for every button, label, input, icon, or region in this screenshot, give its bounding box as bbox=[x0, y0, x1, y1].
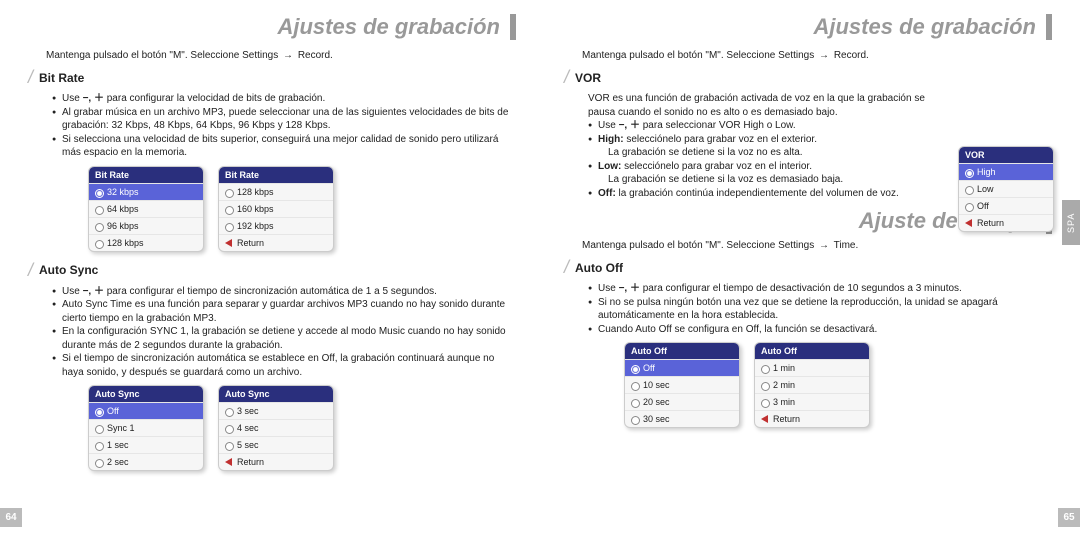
menu-item: 160 kbps bbox=[219, 200, 333, 217]
page-number: 64 bbox=[0, 508, 22, 527]
menu-row: Bit Rate32 kbps64 kbps96 kbps128 kbpsBit… bbox=[88, 166, 516, 252]
menu-item: 64 kbps bbox=[89, 200, 203, 217]
menu-item: 128 kbps bbox=[89, 234, 203, 251]
menu-item: 32 kbps bbox=[89, 183, 203, 200]
device-menu: Auto OffOff10 sec20 sec30 sec bbox=[624, 342, 740, 428]
section-heading: / Auto Sync bbox=[28, 260, 516, 281]
vor-description: VOR es una función de grabación activada… bbox=[588, 92, 948, 119]
device-menu: Auto SyncOffSync 11 sec2 sec bbox=[88, 385, 204, 471]
menu-item: 3 min bbox=[755, 393, 869, 410]
menu-item: 30 sec bbox=[625, 410, 739, 427]
menu-header: Auto Sync bbox=[89, 386, 203, 402]
menu-header: Auto Off bbox=[625, 343, 739, 359]
menu-item: 2 sec bbox=[89, 453, 203, 470]
slash-icon: / bbox=[564, 257, 569, 278]
menu-item-return: Return bbox=[755, 410, 869, 427]
intro-text: Mantenga pulsado el botón "M". Seleccion… bbox=[582, 240, 1052, 251]
menu-header: Bit Rate bbox=[89, 167, 203, 183]
page-title: Ajustes de grabación bbox=[564, 14, 1052, 40]
page-title: Ajustes de grabación bbox=[28, 14, 516, 40]
bullet-list: Use para seleccionar VOR High o Low. Hig… bbox=[588, 119, 958, 200]
intro-text: Mantenga pulsado el botón "M". Seleccion… bbox=[582, 50, 1052, 61]
menu-header: Bit Rate bbox=[219, 167, 333, 183]
device-menu: Bit Rate32 kbps64 kbps96 kbps128 kbps bbox=[88, 166, 204, 252]
bullet-list: Use para configurar la velocidad de bits… bbox=[52, 92, 516, 160]
device-menu: VORHighLowOffReturn bbox=[958, 146, 1054, 232]
device-menu: Auto Off1 min2 min3 minReturn bbox=[754, 342, 870, 428]
menu-item: Off bbox=[89, 402, 203, 419]
menu-item-return: Return bbox=[219, 234, 333, 251]
device-menu: Bit Rate128 kbps160 kbps192 kbpsReturn bbox=[218, 166, 334, 252]
menu-item: Low bbox=[959, 180, 1053, 197]
bullet-list: Use para configurar el tiempo de desacti… bbox=[588, 282, 1052, 336]
bullet-list: Use para configurar el tiempo de sincron… bbox=[52, 285, 516, 380]
menu-item: 128 kbps bbox=[219, 183, 333, 200]
minus-plus-icon bbox=[83, 93, 104, 104]
menu-item: 10 sec bbox=[625, 376, 739, 393]
menu-item: 96 kbps bbox=[89, 217, 203, 234]
slash-icon: / bbox=[28, 260, 33, 281]
menu-item: 5 sec bbox=[219, 436, 333, 453]
minus-plus-icon bbox=[619, 283, 640, 294]
menu-item: Sync 1 bbox=[89, 419, 203, 436]
slash-icon: / bbox=[564, 67, 569, 88]
menu-item: 1 sec bbox=[89, 436, 203, 453]
intro-text: Mantenga pulsado el botón "M". Seleccion… bbox=[46, 50, 516, 61]
menu-header: Auto Off bbox=[755, 343, 869, 359]
language-tab: SPA bbox=[1062, 200, 1080, 245]
device-menu: Auto Sync3 sec4 sec5 secReturn bbox=[218, 385, 334, 471]
menu-item: 2 min bbox=[755, 376, 869, 393]
menu-item-return: Return bbox=[219, 453, 333, 470]
menu-item: 1 min bbox=[755, 359, 869, 376]
menu-item-return: Return bbox=[959, 214, 1053, 231]
menu-item: 3 sec bbox=[219, 402, 333, 419]
menu-item: 4 sec bbox=[219, 419, 333, 436]
menu-header: Auto Sync bbox=[219, 386, 333, 402]
arrow-icon bbox=[817, 240, 831, 251]
section-heading: / Auto Off bbox=[564, 257, 1052, 278]
section-heading: / Bit Rate bbox=[28, 67, 516, 88]
page-number: 65 bbox=[1058, 508, 1080, 527]
page-right: Ajustes de grabación Mantenga pulsado el… bbox=[540, 0, 1080, 539]
menu-item: Off bbox=[625, 359, 739, 376]
minus-plus-icon bbox=[83, 286, 104, 297]
slash-icon: / bbox=[28, 67, 33, 88]
menu-item: 192 kbps bbox=[219, 217, 333, 234]
menu-header: VOR bbox=[959, 147, 1053, 163]
menu-row: Auto SyncOffSync 11 sec2 secAuto Sync3 s… bbox=[88, 385, 516, 471]
menu-item: Off bbox=[959, 197, 1053, 214]
menu-item: High bbox=[959, 163, 1053, 180]
menu-item: 20 sec bbox=[625, 393, 739, 410]
menu-row: VORHighLowOffReturn bbox=[958, 146, 1054, 232]
minus-plus-icon bbox=[619, 120, 640, 131]
section-heading: / VOR bbox=[564, 67, 1052, 88]
arrow-icon bbox=[281, 50, 295, 61]
arrow-icon bbox=[817, 50, 831, 61]
page-left: Ajustes de grabación Mantenga pulsado el… bbox=[0, 0, 540, 539]
menu-row: Auto OffOff10 sec20 sec30 secAuto Off1 m… bbox=[624, 342, 1052, 428]
